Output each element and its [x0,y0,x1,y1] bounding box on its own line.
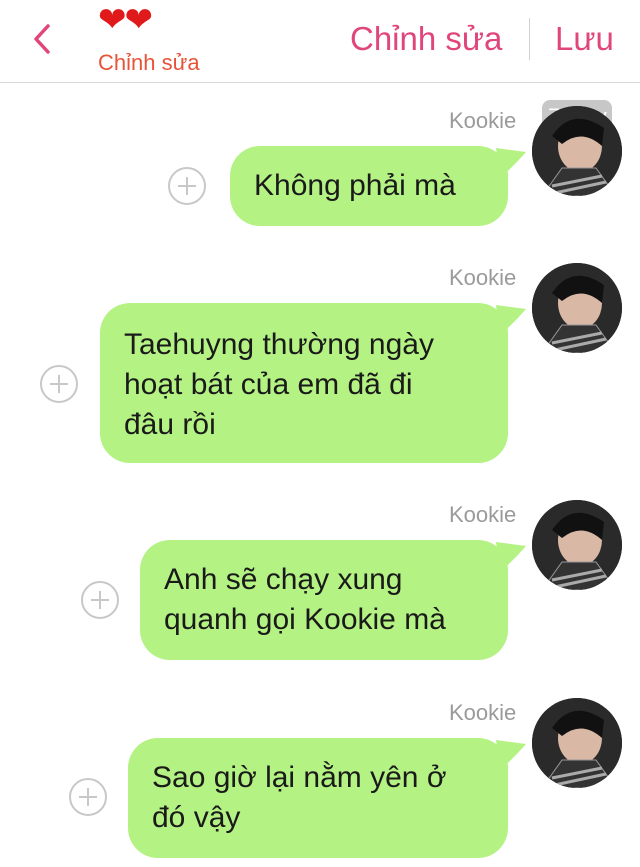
avatar-photo [532,698,622,788]
sender-name: Kookie [449,502,517,527]
avatar-photo [532,500,622,590]
hearts-icon: ❤❤ [98,1,153,39]
message-line: Anh sẽ chạy xung [164,563,403,596]
top-bar: ❤❤ Chỉnh sửa Chỉnh sửa Lưu [0,0,640,83]
avatar-photo [532,263,622,353]
avatar[interactable] [532,263,622,353]
save-button[interactable]: Lưu [555,20,614,58]
message-line: Sao giờ lại nằm yên ở [152,761,447,794]
add-reaction-button[interactable] [69,778,107,816]
message-line: hoạt bát của em đã đi [124,368,413,401]
avatar[interactable] [532,500,622,590]
edit-button[interactable]: Chỉnh sửa [350,20,502,58]
avatar[interactable] [532,698,622,788]
add-reaction-button[interactable] [168,167,206,205]
sender-name: Kookie [449,108,517,133]
message-bubble[interactable]: Taehuyng thường ngày hoạt bát của em đã … [100,303,508,463]
divider [529,18,530,60]
message-line: đâu rồi [124,408,216,441]
add-reaction-button[interactable] [81,581,119,619]
add-reaction-button[interactable] [40,365,78,403]
message-line: Không phải mà [254,169,456,202]
sender-name: Kookie [449,700,517,725]
message-bubble[interactable]: Anh sẽ chạy xung quanh gọi Kookie mà [140,540,508,660]
chevron-left-icon[interactable] [30,22,54,56]
message-bubble[interactable]: Sao giờ lại nằm yên ở đó vậy [128,738,508,858]
left-edit-label[interactable]: Chỉnh sửa [98,50,200,76]
message-bubble[interactable]: Không phải mà [230,146,508,226]
message-line: quanh gọi Kookie mà [164,603,446,636]
message-line: đó vậy [152,801,241,834]
avatar[interactable] [532,106,622,196]
message-line: Taehuyng thường ngày [124,328,434,361]
sender-name: Kookie [449,265,517,290]
avatar-photo [532,106,622,196]
